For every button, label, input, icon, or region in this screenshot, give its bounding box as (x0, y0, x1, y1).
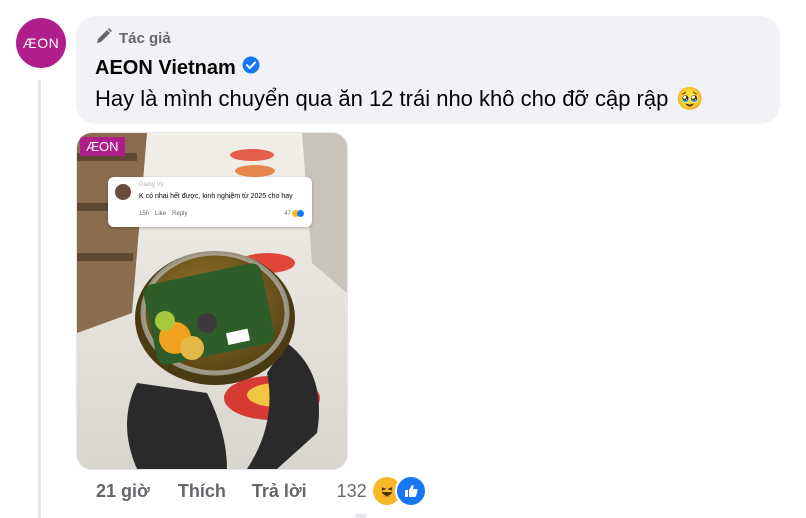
embedded-like-icon (297, 210, 304, 217)
embedded-like: Like (155, 211, 167, 217)
verified-badge-icon (242, 56, 260, 80)
comment-bubble: Tác giả AEON Vietnam Hay là mình chuyển … (76, 16, 780, 124)
reaction-count[interactable]: 132 (337, 481, 367, 502)
embedded-actions: 15h Like Reply (139, 211, 187, 217)
scroll-hint (355, 514, 367, 518)
comment-text-row: Hay là mình chuyển qua ăn 12 trái nho kh… (95, 86, 704, 112)
attached-photo[interactable]: ÆON Giang Vy K có nhai hết được, kinh ng… (76, 132, 348, 470)
author-name[interactable]: AEON Vietnam (95, 57, 236, 80)
embedded-reply: Reply (172, 211, 188, 217)
embedded-name: Giang Vy (139, 182, 164, 188)
pencil-icon (95, 27, 113, 49)
embedded-time: 15h (139, 211, 150, 217)
reaction-icons[interactable] (370, 475, 427, 507)
embedded-text: K có nhai hết được, kinh nghiệm từ 2025 … (139, 193, 293, 200)
photo-logo: ÆON (80, 137, 125, 156)
comment-actions: 21 giờ Thích Trả lời 132 (96, 475, 427, 507)
embedded-avatar (115, 184, 131, 200)
embedded-reactions: 47 (284, 210, 304, 217)
author-badge-label: Tác giả (119, 29, 171, 47)
comment-time[interactable]: 21 giờ (96, 481, 150, 502)
like-button[interactable]: Thích (178, 481, 226, 502)
author-name-row: AEON Vietnam (95, 56, 260, 80)
embedded-comment-card: Giang Vy K có nhai hết được, kinh nghiệm… (108, 177, 312, 227)
pleading-face-emoji-icon: 🥹 (676, 86, 704, 111)
avatar-logo-text: ÆON (22, 35, 60, 51)
thread-line (38, 80, 41, 518)
reply-button[interactable]: Trả lời (252, 481, 307, 502)
comment-text: Hay là mình chuyển qua ăn 12 trái nho kh… (95, 86, 669, 111)
avatar[interactable]: ÆON (16, 18, 66, 68)
like-icon (394, 475, 427, 507)
author-badge: Tác giả (95, 28, 171, 48)
embedded-count: 47 (284, 210, 291, 217)
